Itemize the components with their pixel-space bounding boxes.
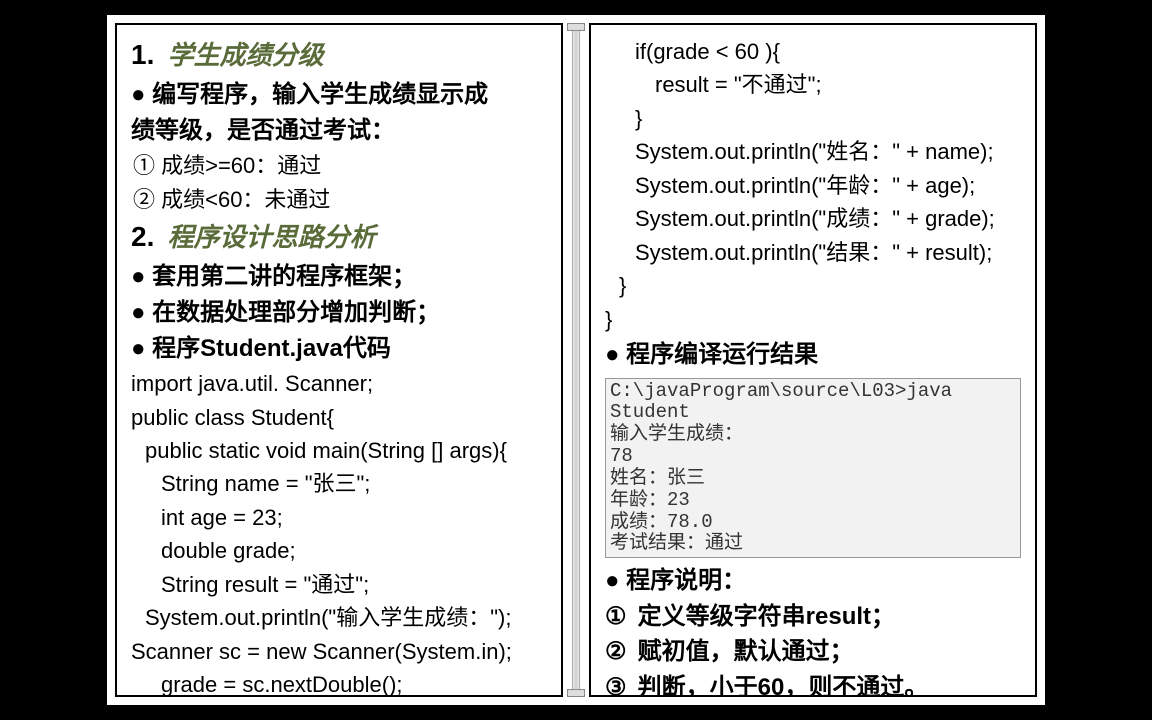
heading-number: 2. [131, 221, 154, 252]
console-output: C:\javaProgram\source\L03>java Student 输… [605, 378, 1021, 559]
explanation-text: 判断，小于60，则不通过。 [638, 674, 929, 697]
code-line: public class Student{ [131, 401, 547, 434]
code-line: grade = sc.nextDouble(); [131, 668, 547, 697]
code-line: result = "不通过"; [605, 68, 1021, 101]
code-line: String name = "张三"; [131, 467, 547, 500]
task-desc-line2: 绩等级，是否通过考试： [131, 114, 547, 148]
rule-pass: ① 成绩>=60：通过 [133, 149, 547, 183]
explanation-item: ① 定义等级字符串result； [605, 600, 1021, 634]
output-line: 成绩：78.0 [610, 512, 1016, 534]
section-2-heading: 2. 程序设计思路分析 [131, 217, 547, 254]
left-column: 1. 学生成绩分级 ● 编写程序，输入学生成绩显示成 绩等级，是否通过考试： ①… [115, 23, 563, 697]
section-1-heading: 1. 学生成绩分级 [131, 35, 547, 72]
explanation-text: 赋初值，默认通过； [638, 638, 854, 665]
output-line: 考试结果：通过 [610, 533, 1016, 555]
code-line: System.out.println("姓名：" + name); [605, 135, 1021, 168]
code-line: System.out.println("年龄：" + age); [605, 169, 1021, 202]
code-line: } [605, 303, 1021, 336]
circled-number: ② [605, 635, 631, 669]
code-line: String result = "通过"; [131, 568, 547, 601]
explanation-heading: ● 程序说明： [605, 564, 1021, 598]
divider-cap-icon [567, 23, 585, 31]
explanation-item: ③ 判断，小于60，则不通过。 [605, 671, 1021, 697]
design-point-1: ● 套用第二讲的程序框架； [131, 260, 547, 294]
output-line: C:\javaProgram\source\L03>java Student [610, 381, 1016, 425]
code-line: Scanner sc = new Scanner(System.in); [131, 635, 547, 668]
right-column: if(grade < 60 ){ result = "不通过"; } Syste… [589, 23, 1037, 697]
code-line: } [605, 102, 1021, 135]
heading-number: 1. [131, 39, 154, 70]
code-line: System.out.println("成绩：" + grade); [605, 202, 1021, 235]
code-line: double grade; [131, 534, 547, 567]
circled-number: ③ [605, 671, 631, 697]
design-point-2: ● 在数据处理部分增加判断； [131, 296, 547, 330]
code-line: int age = 23; [131, 501, 547, 534]
document-page: 1. 学生成绩分级 ● 编写程序，输入学生成绩显示成 绩等级，是否通过考试： ①… [107, 15, 1045, 705]
divider-rail [572, 31, 580, 689]
rule-fail: ② 成绩<60：未通过 [133, 183, 547, 217]
circled-number: ① [605, 600, 631, 634]
code-line: } [605, 269, 1021, 302]
output-heading: ● 程序编译运行结果 [605, 338, 1021, 372]
output-line: 输入学生成绩： [610, 424, 1016, 446]
explanation-item: ② 赋初值，默认通过； [605, 635, 1021, 669]
task-desc-line1: ● 编写程序，输入学生成绩显示成 [131, 78, 547, 112]
output-line: 78 [610, 446, 1016, 468]
code-heading: ● 程序Student.java代码 [131, 332, 547, 366]
heading-text: 程序设计思路分析 [168, 222, 376, 252]
code-line: import java.util. Scanner; [131, 367, 547, 400]
heading-text: 学生成绩分级 [168, 40, 324, 70]
output-line: 年龄：23 [610, 490, 1016, 512]
code-line: public static void main(String [] args){ [131, 434, 547, 467]
code-line: System.out.println("结果：" + result); [605, 236, 1021, 269]
column-divider [567, 15, 585, 705]
explanation-text: 定义等级字符串result； [638, 603, 895, 630]
output-line: 姓名：张三 [610, 468, 1016, 490]
code-line: System.out.println("输入学生成绩："); [131, 601, 547, 634]
code-line: if(grade < 60 ){ [605, 35, 1021, 68]
divider-cap-icon [567, 689, 585, 697]
